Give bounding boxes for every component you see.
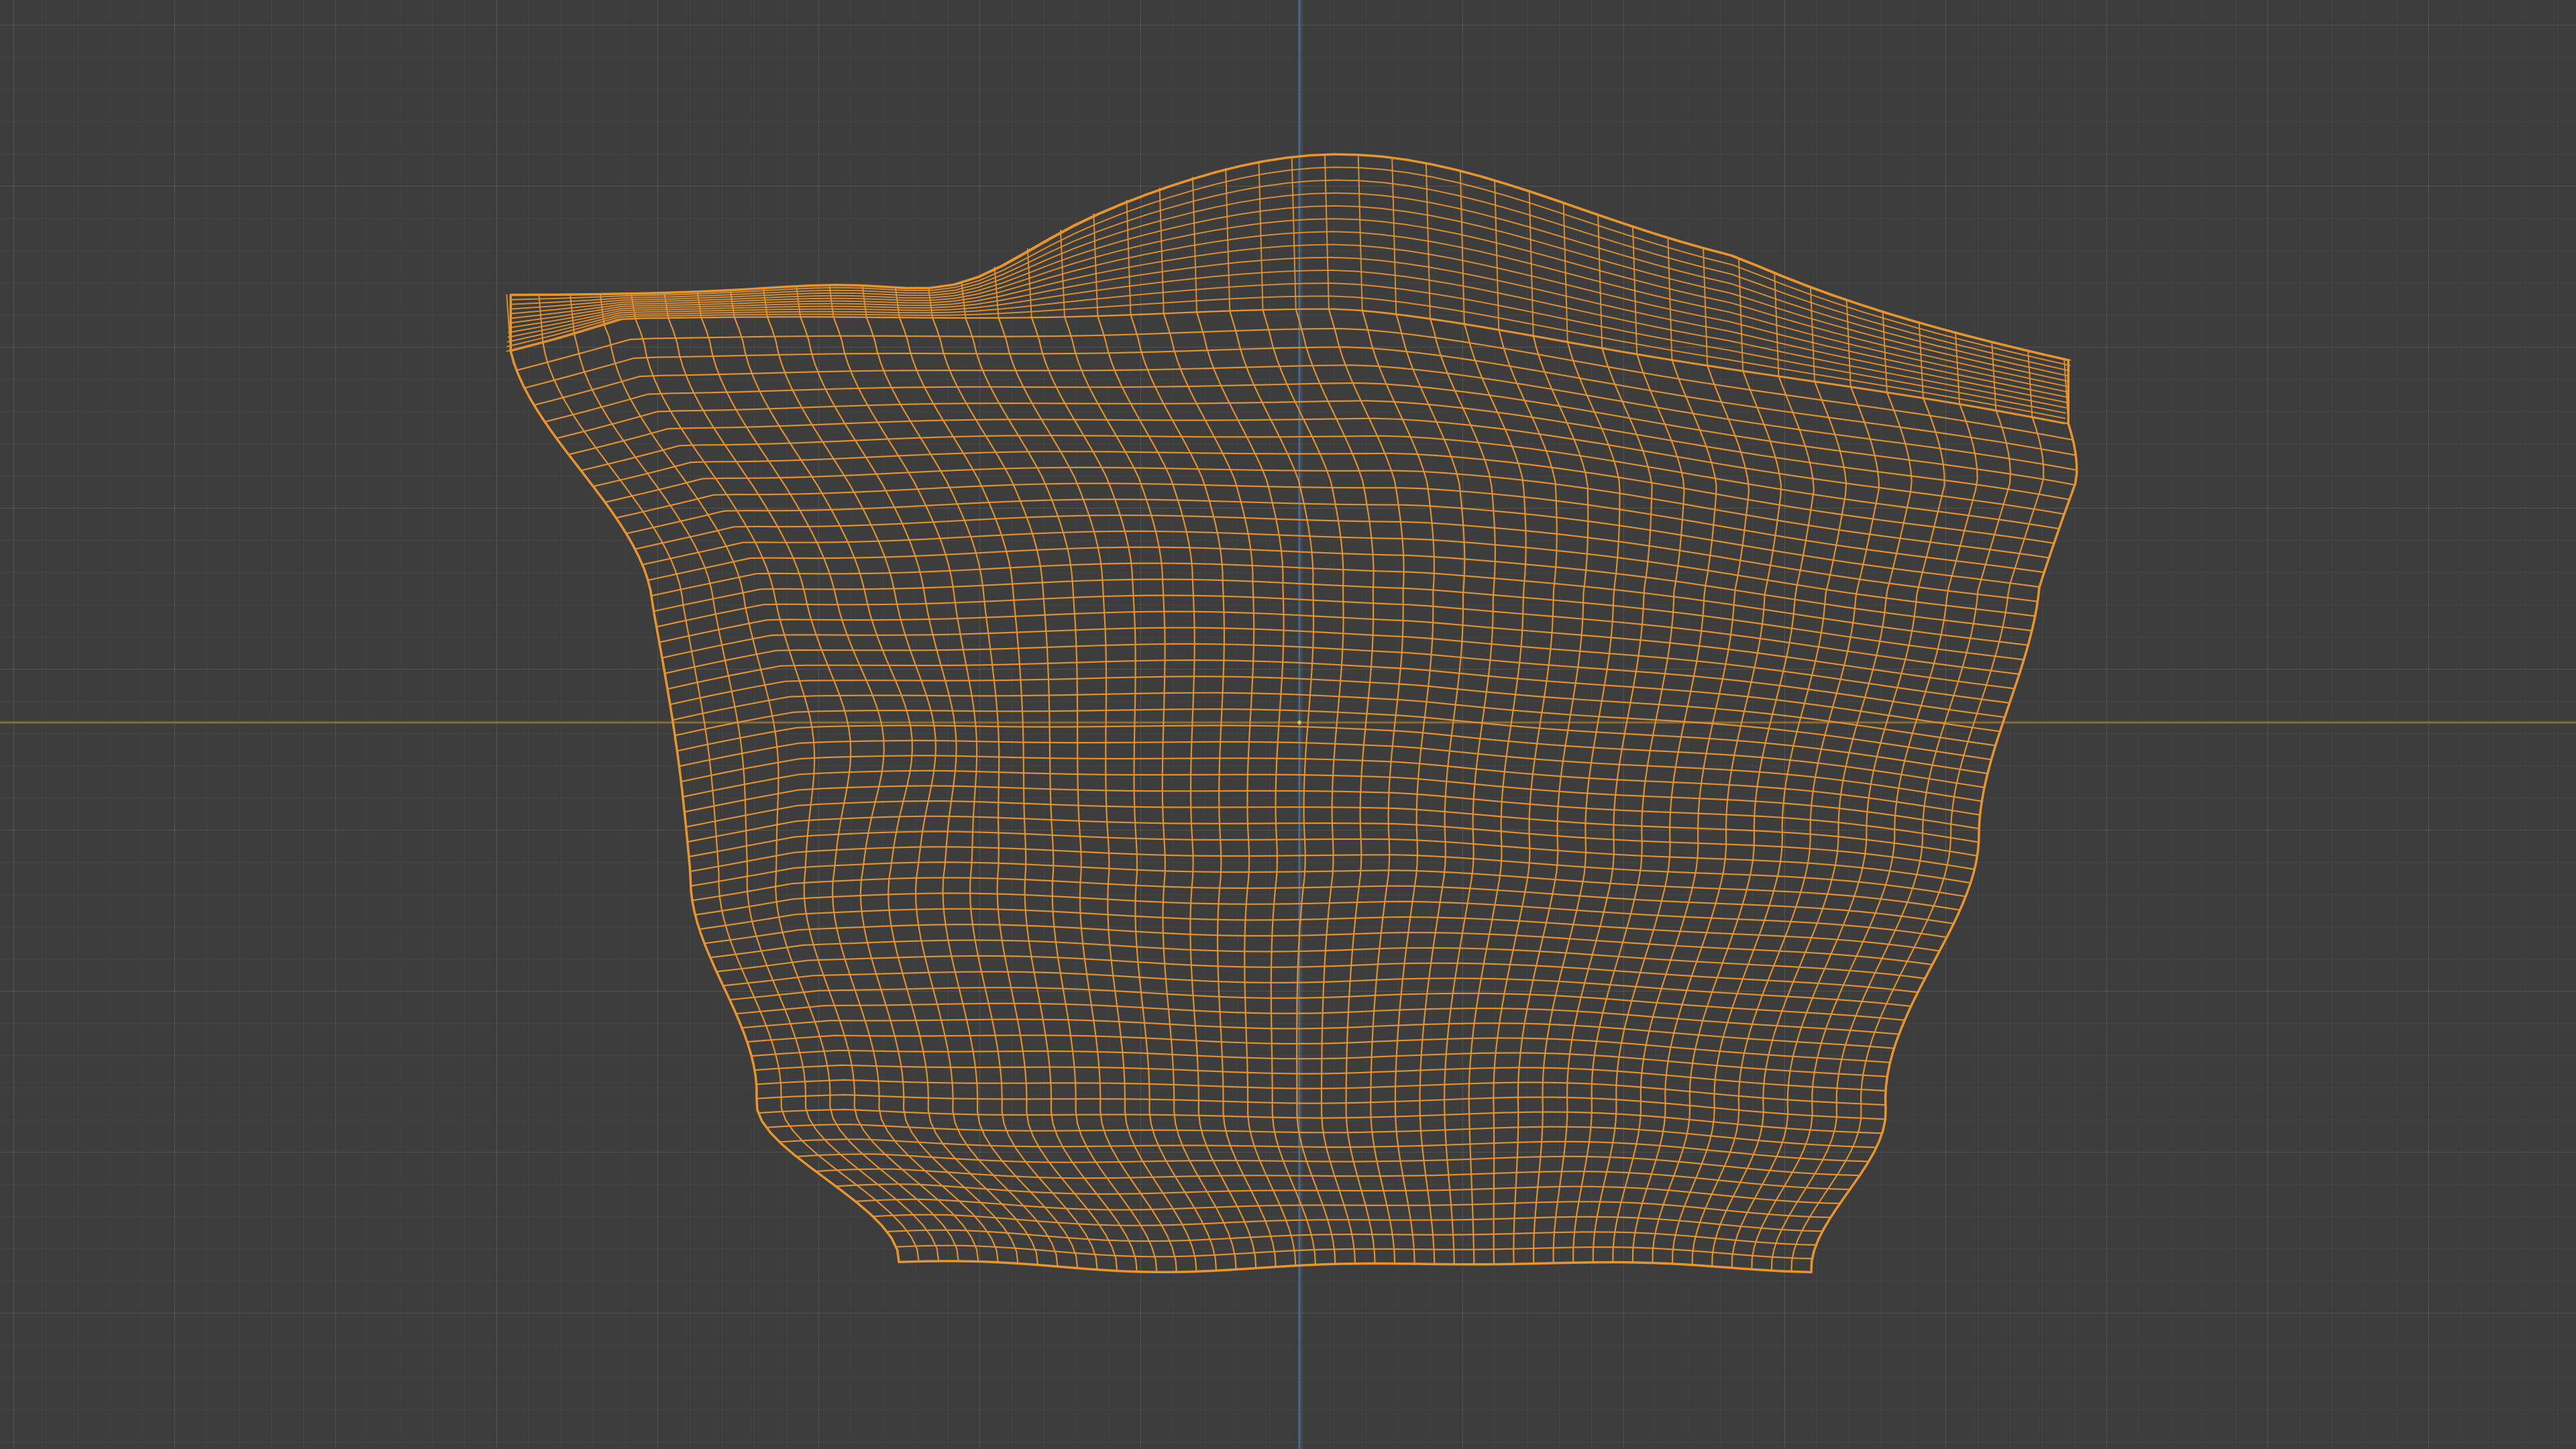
3d-viewport[interactable] [0,0,2576,1449]
mesh-edge-meridian [1652,375,1815,1264]
mesh-edge-meridian [1493,329,1558,1265]
mesh-edge-meridian [1030,317,1218,1272]
mesh-edge-ring [709,939,1926,979]
mesh-edge-meridian [1612,364,1750,1263]
mesh-edge-meridian [1097,315,1257,1269]
mesh-edge-meridian [800,316,1079,1269]
wireframe-mesh-object[interactable] [506,153,2078,1274]
mesh-edge-ring [691,877,1955,924]
mesh-edge-ring [555,400,2070,500]
mesh-edge-meridian [833,316,1098,1271]
mesh-edge-meridian [733,316,1039,1266]
mesh-edge-meridian [1513,335,1589,1265]
mesh-edge-meridian [1790,416,2045,1273]
object-origin-dot [1297,720,1301,724]
mesh-edge-meridian [1063,316,1237,1271]
mesh-edge-ring [694,892,1948,938]
mesh-edge-meridian [1295,308,1376,1265]
mesh-edge-ring [704,924,1933,966]
mesh-top-cap-ring [511,179,2070,372]
mesh-edge-meridian [510,350,900,1263]
mesh-edge-ring [698,908,1941,952]
mesh-edge-meridian [1328,308,1405,1265]
mesh-edge-meridian [1429,317,1496,1265]
mesh-edge-meridian [1810,423,2078,1273]
mesh-top-cap-ring [506,295,2065,419]
mesh-top-cap-ring [508,231,2068,393]
mesh-edge-ring [682,769,1980,830]
mesh-silhouette [509,153,2078,1274]
mesh-edge-meridian [965,317,1177,1273]
mesh-top-cap-ring [511,166,2071,366]
mesh-edge-meridian [1532,341,1621,1265]
